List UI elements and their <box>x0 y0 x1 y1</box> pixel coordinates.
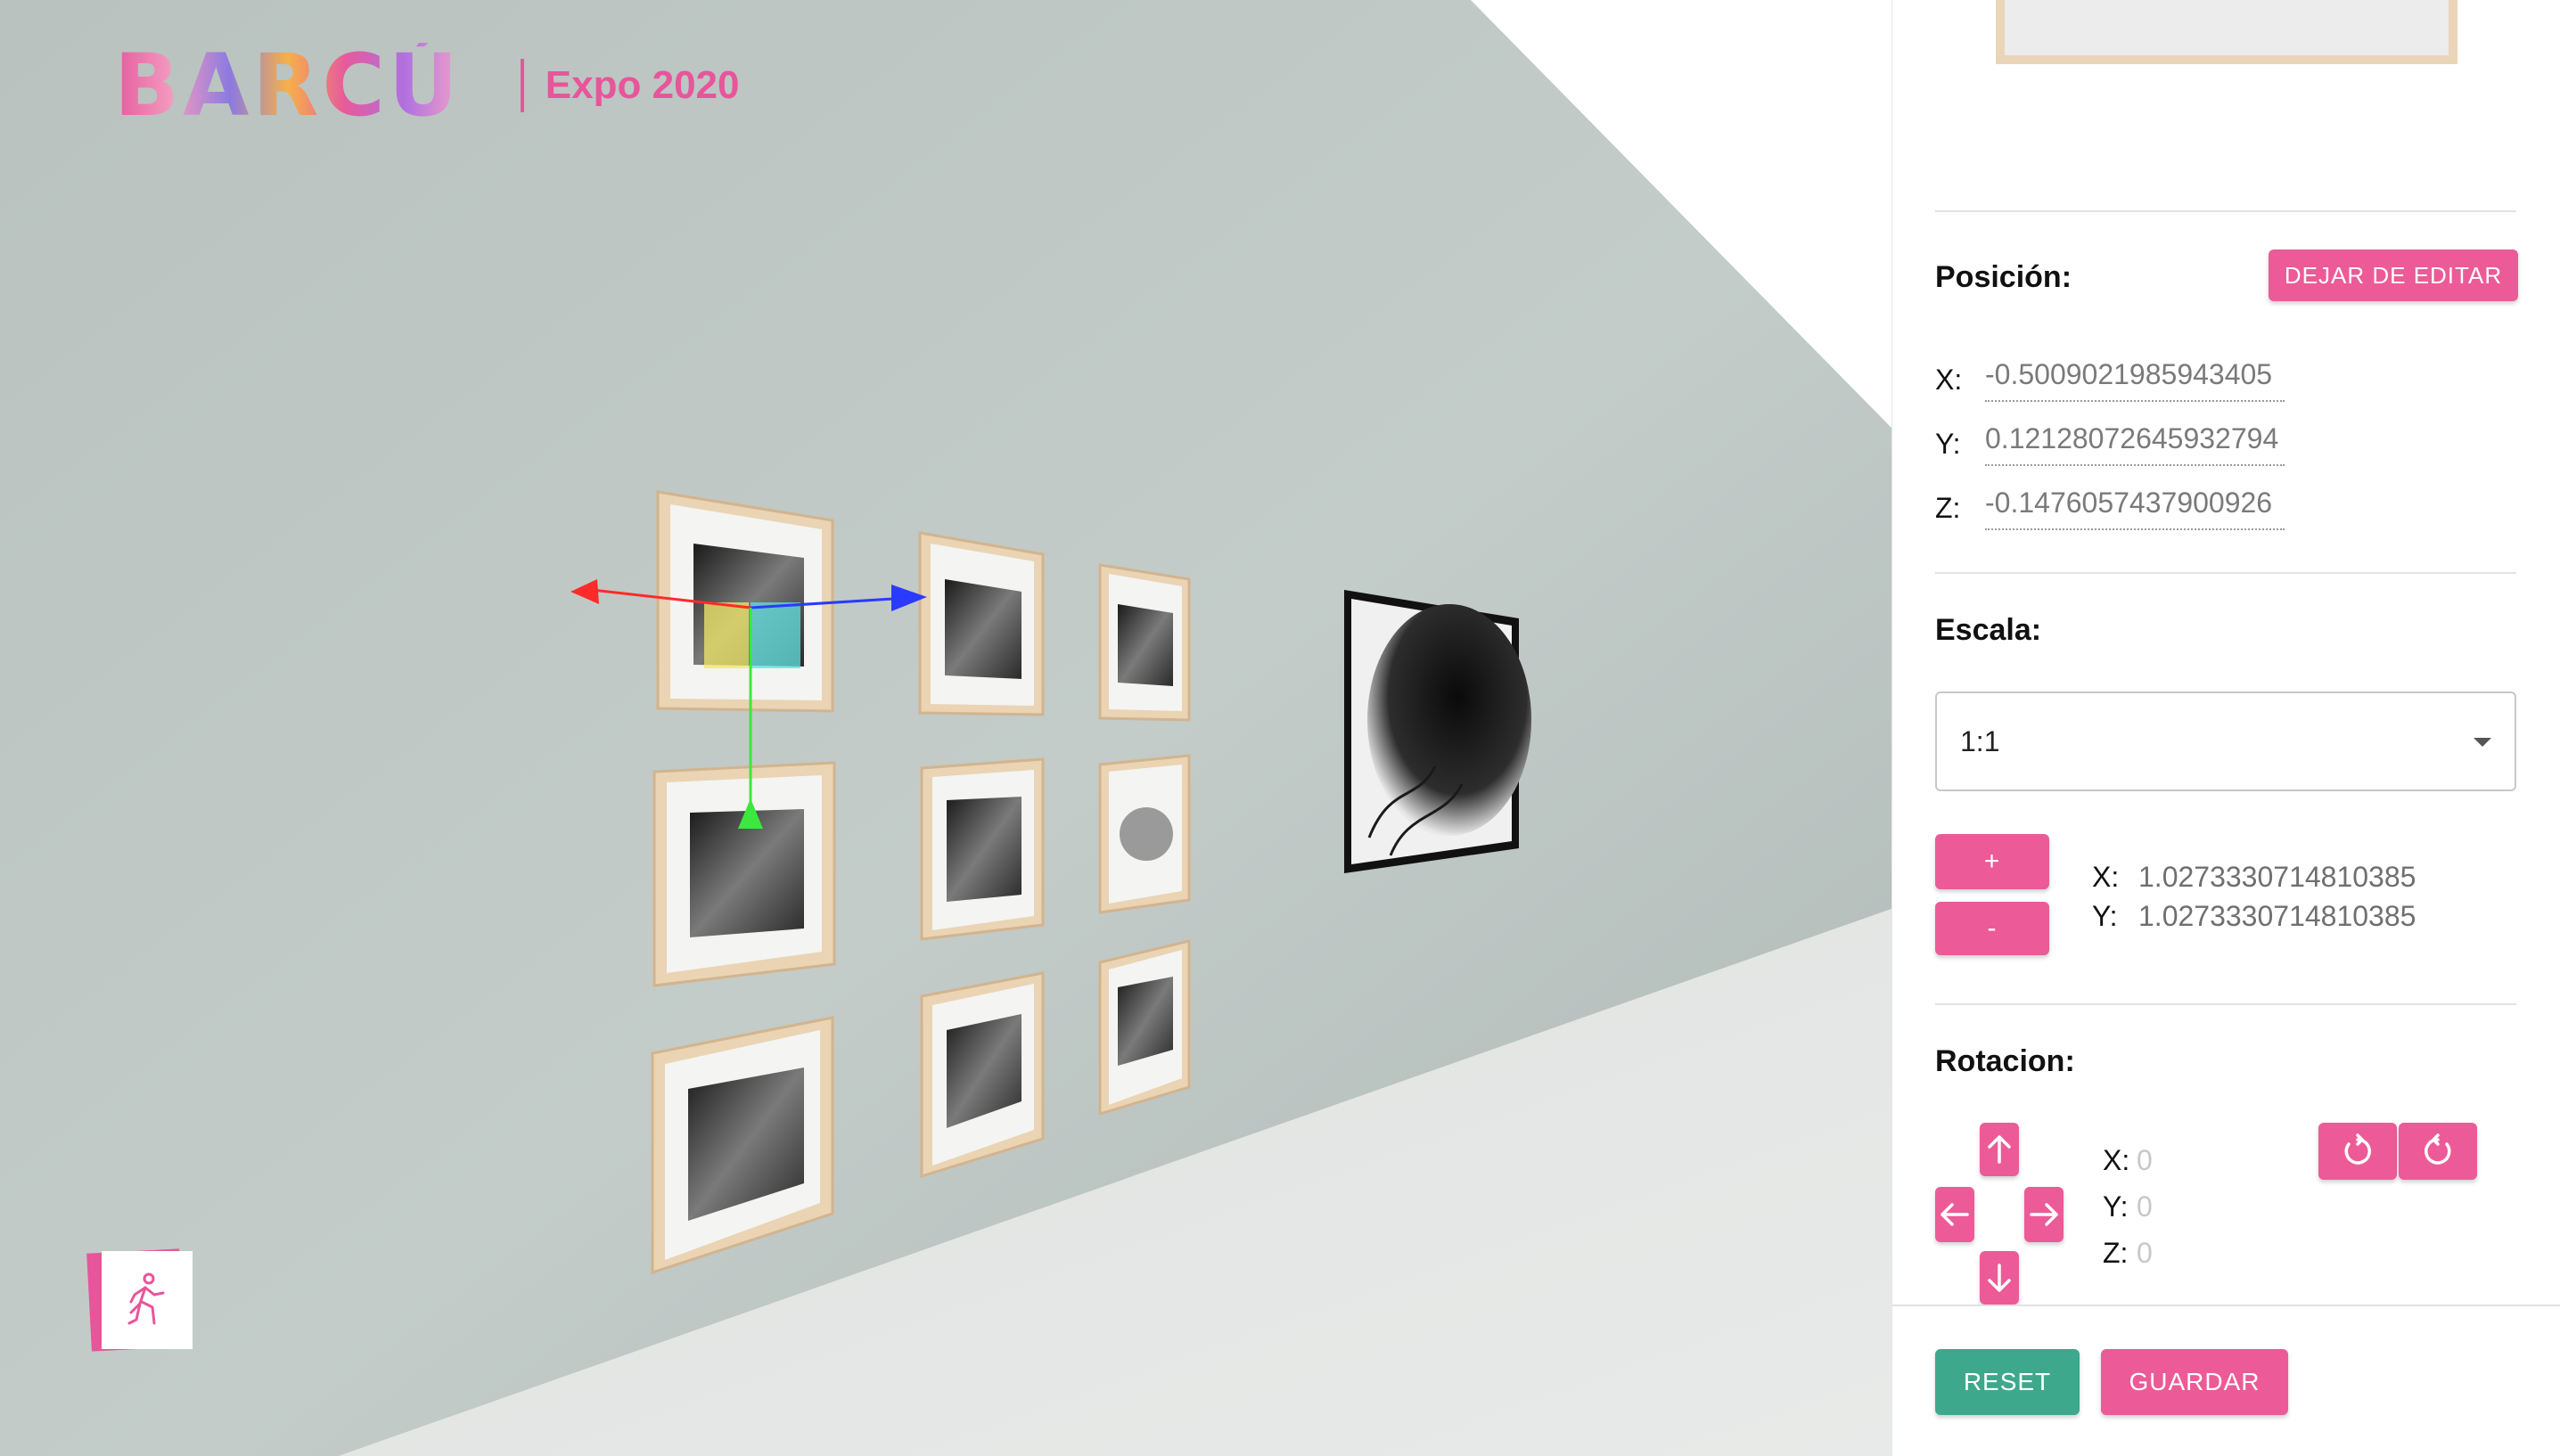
rotation-x-row: X: 0 <box>2103 1144 2153 1177</box>
rotation-y-value: 0 <box>2137 1190 2153 1223</box>
brand-separator <box>520 59 524 112</box>
position-y-row: Y: 0.12128072645932794 <box>1935 422 2285 466</box>
position-z-row: Z: -0.1476057437900926 <box>1935 487 2285 530</box>
scale-title: Escala: <box>1935 613 2042 647</box>
scale-decrease-button[interactable]: - <box>1935 902 2049 955</box>
scale-select[interactable]: 1:1 <box>1935 691 2516 791</box>
divider <box>1935 210 2516 212</box>
edit-panel: Posición: DEJAR DE EDITAR X: -0.50090219… <box>1891 0 2560 1456</box>
rotation-z-value: 0 <box>2137 1237 2153 1269</box>
rotate-clockwise-button[interactable] <box>2399 1123 2477 1180</box>
artwork-large-hair <box>1344 590 1531 873</box>
reset-button[interactable]: RESET <box>1935 1349 2080 1415</box>
scale-y-label: Y: <box>2092 900 2118 932</box>
expo-title: Expo 2020 <box>545 63 740 107</box>
artwork-preview <box>1996 0 2457 64</box>
rotation-x-label: X: <box>2103 1144 2130 1176</box>
rotate-counterclockwise-button[interactable] <box>2318 1123 2397 1180</box>
rotate-cw-icon <box>2425 1133 2451 1165</box>
scale-x-label: X: <box>2092 861 2120 893</box>
rotation-y-label: Y: <box>2103 1190 2129 1223</box>
position-z-label: Z: <box>1935 492 1961 524</box>
rotation-z-label: Z: <box>2103 1237 2129 1269</box>
rotate-down-button[interactable] <box>1980 1251 2019 1305</box>
stop-editing-button[interactable]: DEJAR DE EDITAR <box>2269 249 2518 301</box>
save-button[interactable]: GUARDAR <box>2101 1349 2288 1415</box>
scale-x-row: X: 1.0273330714810385 <box>2092 861 2416 894</box>
artwork-frame <box>920 757 1045 941</box>
position-z-input[interactable]: -0.1476057437900926 <box>1985 487 2285 530</box>
rotate-left-button[interactable] <box>1935 1187 1974 1242</box>
artwork-frame <box>652 761 836 987</box>
scale-y-value: 1.0273330714810385 <box>2138 900 2416 932</box>
divider <box>1935 1003 2516 1005</box>
walk-mode-button-face[interactable] <box>102 1251 193 1349</box>
gallery-scene[interactable] <box>0 0 1891 1456</box>
walking-person-icon <box>127 1272 165 1325</box>
rotation-z-row: Z: 0 <box>2103 1237 2153 1270</box>
rotation-x-value: 0 <box>2137 1144 2153 1176</box>
walk-mode-button[interactable] <box>86 1248 193 1352</box>
gallery-3d-viewport[interactable]: BARCÚ Expo 2020 <box>0 0 1891 1456</box>
scale-select-value: 1:1 <box>1960 724 2000 757</box>
position-y-input[interactable]: 0.12128072645932794 <box>1985 422 2285 466</box>
position-x-label: X: <box>1935 364 1963 396</box>
rotate-ccw-icon <box>2344 1133 2371 1165</box>
position-x-row: X: -0.5009021985943405 <box>1935 358 2285 402</box>
rotation-y-row: Y: 0 <box>2103 1190 2153 1223</box>
position-x-input[interactable]: -0.5009021985943405 <box>1985 358 2285 402</box>
artwork-preview-image <box>2005 0 2449 55</box>
scale-increase-button[interactable]: + <box>1935 834 2049 889</box>
scale-y-row: Y: 1.0273330714810385 <box>2092 900 2416 933</box>
artwork-frame <box>1098 754 1191 914</box>
artwork-frame <box>1098 563 1191 722</box>
rotation-title: Rotacion: <box>1935 1044 2075 1078</box>
arrow-up-icon <box>1988 1135 2011 1164</box>
arrow-down-icon <box>1988 1264 2011 1292</box>
rotate-up-button[interactable] <box>1980 1123 2019 1176</box>
scale-x-value: 1.0273330714810385 <box>2138 861 2416 893</box>
artwork-frame <box>920 971 1045 1179</box>
brand-header: BARCÚ Expo 2020 <box>114 43 739 128</box>
arrow-left-icon <box>1941 1203 1969 1226</box>
panel-footer: RESET GUARDAR <box>1892 1305 2560 1456</box>
dropdown-caret-icon <box>2474 738 2491 747</box>
arrow-right-icon <box>2030 1203 2058 1226</box>
position-title: Posición: <box>1935 260 2072 294</box>
artwork-frame <box>918 531 1045 716</box>
rotate-right-button[interactable] <box>2024 1187 2064 1242</box>
position-y-label: Y: <box>1935 428 1961 460</box>
artwork-frame <box>1098 939 1191 1117</box>
barcu-logo: BARCÚ <box>114 36 462 135</box>
divider <box>1935 572 2516 574</box>
